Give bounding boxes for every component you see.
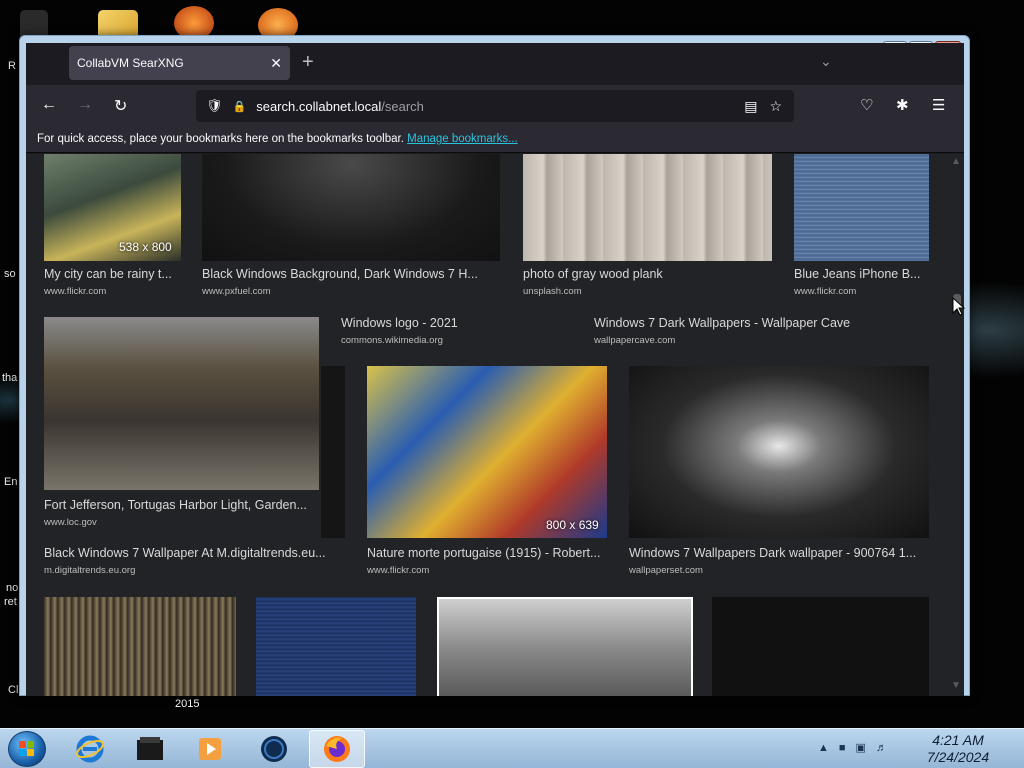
result-url: m.digitaltrends.eu.org — [44, 565, 136, 576]
tab-searxng[interactable]: CollabVM SearXNG ✕ — [69, 46, 290, 80]
back-icon[interactable]: ← — [41, 96, 57, 114]
taskbar-network-app[interactable] — [246, 730, 302, 768]
shield-icon[interactable]: 🛡 — [206, 98, 223, 114]
desktop-label-fragment: Cl — [8, 684, 19, 696]
result-title[interactable]: Nature morte portugaise (1915) - Robert.… — [367, 546, 610, 560]
desktop-label-fragment: no — [6, 582, 19, 594]
menu-icon[interactable]: ☰ — [932, 96, 945, 114]
result-title[interactable]: My city can be rainy t... — [44, 267, 184, 281]
result-thumbnail[interactable] — [367, 366, 607, 538]
result-thumbnail[interactable] — [321, 366, 345, 538]
taskbar-media-player[interactable] — [182, 730, 238, 768]
taskbar-internet-explorer[interactable] — [62, 730, 118, 768]
image-dimensions: 800 x 639 — [546, 518, 599, 532]
image-results: 538 x 800 My city can be rainy t... www.… — [26, 154, 964, 696]
app-icon — [137, 737, 163, 760]
taskbar: ▲ ■ ▣ ♬ 4:21 AM 7/24/2024 — [0, 728, 1024, 768]
forward-icon[interactable]: → — [77, 96, 93, 114]
tray-expand-icon[interactable]: ▲ — [818, 742, 829, 754]
url-text[interactable]: search.collabnet.local/search — [256, 99, 744, 114]
image-dimensions: 538 x 800 — [119, 240, 172, 254]
system-tray: ▲ ■ ▣ ♬ — [818, 741, 887, 755]
firefox-window: — □ ✕ CollabVM SearXNG ✕ + ⌄ ← → ↻ 🛡 🔒 s… — [19, 35, 970, 696]
result-url: www.loc.gov — [44, 517, 97, 528]
result-url: wallpaperset.com — [629, 565, 703, 576]
desktop-label-fragment: En — [4, 476, 18, 488]
result-thumbnail[interactable] — [44, 317, 319, 490]
taskbar-app-dark[interactable] — [122, 730, 178, 768]
tray-app-icon[interactable]: ■ — [839, 742, 846, 754]
result-thumbnail[interactable] — [712, 597, 929, 696]
bookmarks-message-text: For quick access, place your bookmarks h… — [37, 133, 404, 145]
reader-view-icon[interactable]: ▤ — [744, 98, 757, 115]
result-thumbnail[interactable] — [629, 366, 929, 538]
result-title[interactable]: photo of gray wood plank — [523, 267, 772, 281]
bookmarks-toolbar: For quick access, place your bookmarks h… — [26, 127, 964, 153]
insecure-lock-icon[interactable]: 🔒 — [233, 100, 247, 113]
clock[interactable]: 4:21 AM 7/24/2024 — [920, 732, 996, 766]
list-all-tabs-icon[interactable]: ⌄ — [820, 53, 832, 70]
result-thumbnail[interactable] — [523, 154, 772, 261]
desktop-label-fragment: ret — [4, 596, 17, 608]
result-title[interactable]: Windows 7 Dark Wallpapers - Wallpaper Ca… — [594, 316, 894, 330]
result-url: commons.wikimedia.org — [341, 335, 443, 346]
windows-logo-icon — [19, 741, 34, 756]
result-title[interactable]: Windows 7 Wallpapers Dark wallpaper - 90… — [629, 546, 929, 560]
start-button[interactable] — [8, 731, 46, 767]
firefox-icon — [324, 736, 350, 762]
globe-icon — [261, 736, 287, 762]
url-path: /search — [381, 98, 424, 114]
clock-date: 7/24/2024 — [926, 749, 990, 765]
result-url: unsplash.com — [523, 286, 582, 297]
result-title[interactable]: Windows logo - 2021 — [341, 316, 581, 330]
reload-icon[interactable]: ↻ — [114, 96, 127, 116]
nav-bar: ← → ↻ 🛡 🔒 search.collabnet.local/search … — [26, 85, 964, 127]
firefox-frame: CollabVM SearXNG ✕ + ⌄ ← → ↻ 🛡 🔒 search.… — [26, 43, 964, 696]
desktop-label-fragment: tha — [2, 372, 18, 384]
media-player-icon — [199, 738, 221, 760]
clock-time: 4:21 AM — [932, 732, 984, 748]
desktop-label-fragment: so — [4, 268, 16, 280]
scroll-down-icon[interactable]: ▼ — [951, 680, 961, 691]
result-thumbnail[interactable] — [794, 154, 929, 261]
result-thumbnail[interactable] — [44, 597, 236, 696]
desktop-label-fragment: R — [8, 60, 16, 72]
bookmark-star-icon[interactable]: ☆ — [769, 98, 782, 115]
scroll-up-icon[interactable]: ▲ — [951, 156, 961, 167]
result-title[interactable]: Black Windows 7 Wallpaper At M.digitaltr… — [44, 546, 344, 560]
result-thumbnail[interactable] — [437, 597, 693, 696]
result-title[interactable]: Black Windows Background, Dark Windows 7… — [202, 267, 498, 281]
result-thumbnail[interactable] — [202, 154, 500, 261]
result-url: www.flickr.com — [44, 286, 107, 297]
desktop-icon-label: 2015 — [175, 698, 200, 710]
result-url: www.pxfuel.com — [202, 286, 271, 297]
pocket-icon[interactable]: ♡ — [860, 96, 873, 114]
tab-close-icon[interactable]: ✕ — [270, 55, 282, 72]
taskbar-firefox[interactable] — [309, 730, 365, 768]
result-title[interactable]: Fort Jefferson, Tortugas Harbor Light, G… — [44, 498, 319, 512]
new-tab-icon[interactable]: + — [302, 51, 314, 74]
network-icon[interactable]: ▣ — [856, 741, 866, 754]
manage-bookmarks-link[interactable]: Manage bookmarks... — [407, 133, 518, 145]
result-url: www.flickr.com — [794, 286, 857, 297]
scrollbar[interactable]: ▲ ▼ — [950, 154, 964, 696]
mouse-cursor-icon — [952, 297, 966, 316]
tab-title: CollabVM SearXNG — [77, 56, 184, 70]
internet-explorer-icon — [76, 735, 104, 763]
tab-bar: CollabVM SearXNG ✕ + ⌄ — [26, 43, 964, 85]
extensions-icon[interactable]: ✱ — [896, 96, 909, 114]
bookmarks-message: For quick access, place your bookmarks h… — [37, 133, 518, 145]
result-title[interactable]: Blue Jeans iPhone B... — [794, 267, 932, 281]
result-url: www.flickr.com — [367, 565, 430, 576]
volume-icon[interactable]: ♬ — [876, 742, 887, 754]
result-url: wallpapercave.com — [594, 335, 676, 346]
result-thumbnail[interactable] — [256, 597, 416, 696]
url-host: search.collabnet.local — [256, 98, 382, 114]
url-bar[interactable]: 🛡 🔒 search.collabnet.local/search ▤ ☆ — [196, 90, 794, 122]
